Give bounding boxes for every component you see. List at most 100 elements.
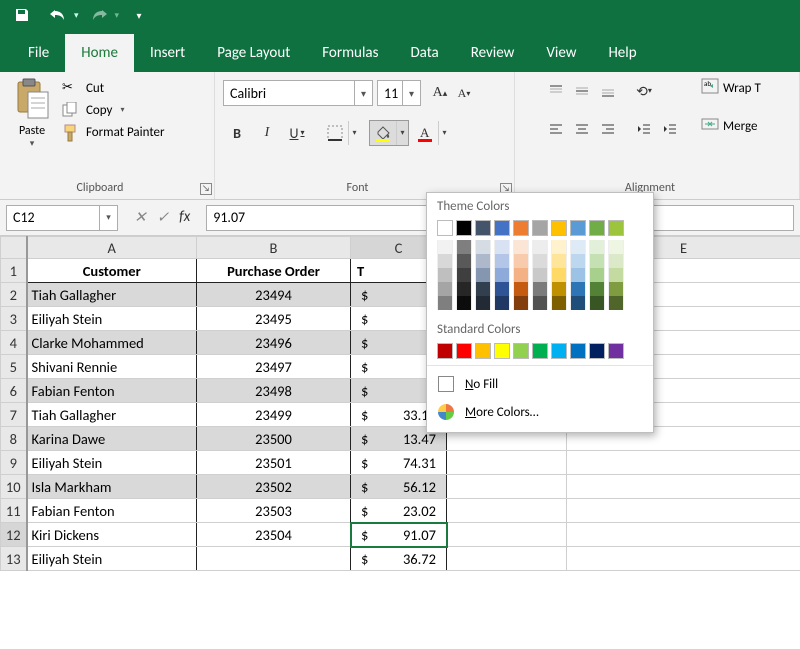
- color-swatch[interactable]: [513, 343, 529, 359]
- color-swatch[interactable]: [475, 343, 491, 359]
- more-colors-item[interactable]: More Colors…: [427, 398, 653, 426]
- color-swatch[interactable]: [570, 220, 586, 236]
- cell[interactable]: [447, 499, 567, 523]
- row-header-9[interactable]: 9: [1, 451, 27, 475]
- color-swatch[interactable]: [608, 254, 624, 268]
- cell[interactable]: $36.72: [351, 547, 447, 571]
- color-swatch[interactable]: [532, 254, 548, 268]
- color-swatch[interactable]: [475, 220, 491, 236]
- cell[interactable]: [567, 547, 800, 571]
- color-swatch[interactable]: [513, 296, 529, 310]
- orientation-button[interactable]: ⟲▾: [633, 80, 655, 102]
- cell[interactable]: 23503: [197, 499, 351, 523]
- cell[interactable]: Kiri Dickens: [27, 523, 197, 547]
- redo-button[interactable]: [83, 3, 115, 27]
- cell[interactable]: 23495: [197, 307, 351, 331]
- cell[interactable]: 23498: [197, 379, 351, 403]
- color-swatch[interactable]: [532, 343, 548, 359]
- color-swatch[interactable]: [589, 282, 605, 296]
- color-swatch[interactable]: [494, 268, 510, 282]
- cell[interactable]: 23502: [197, 475, 351, 499]
- cell[interactable]: Fabian Fenton: [27, 379, 197, 403]
- row-header-6[interactable]: 6: [1, 379, 27, 403]
- color-swatch[interactable]: [608, 240, 624, 254]
- cell[interactable]: $74.31: [351, 451, 447, 475]
- cell[interactable]: [447, 475, 567, 499]
- align-left-button[interactable]: [545, 118, 567, 140]
- cell[interactable]: 23499: [197, 403, 351, 427]
- cell[interactable]: Clarke Mohammed: [27, 331, 197, 355]
- customize-qat-button[interactable]: ▾: [123, 3, 155, 27]
- tab-review[interactable]: Review: [455, 34, 531, 72]
- cell[interactable]: $23.02: [351, 499, 447, 523]
- color-swatch[interactable]: [589, 343, 605, 359]
- color-swatch[interactable]: [456, 343, 472, 359]
- redo-dropdown[interactable]: ▾: [115, 10, 120, 21]
- color-swatch[interactable]: [551, 296, 567, 310]
- fill-color-button[interactable]: ▾: [369, 120, 409, 146]
- color-swatch[interactable]: [494, 220, 510, 236]
- tab-data[interactable]: Data: [394, 34, 454, 72]
- tab-formulas[interactable]: Formulas: [306, 34, 394, 72]
- borders-button[interactable]: ▾: [321, 120, 361, 146]
- color-swatch[interactable]: [551, 220, 567, 236]
- color-swatch[interactable]: [513, 220, 529, 236]
- color-swatch[interactable]: [456, 268, 472, 282]
- align-right-button[interactable]: [597, 118, 619, 140]
- color-swatch[interactable]: [437, 296, 453, 310]
- color-swatch[interactable]: [456, 220, 472, 236]
- decrease-indent-button[interactable]: [633, 118, 655, 140]
- color-swatch[interactable]: [456, 296, 472, 310]
- cell[interactable]: Purchase Order: [197, 259, 351, 283]
- color-swatch[interactable]: [437, 254, 453, 268]
- row-header-8[interactable]: 8: [1, 427, 27, 451]
- color-swatch[interactable]: [551, 240, 567, 254]
- bold-button[interactable]: B: [223, 121, 251, 145]
- color-swatch[interactable]: [437, 268, 453, 282]
- color-swatch[interactable]: [475, 240, 491, 254]
- decrease-font-button[interactable]: A▾: [453, 82, 475, 104]
- select-all-corner[interactable]: [1, 237, 27, 259]
- color-swatch[interactable]: [532, 296, 548, 310]
- color-swatch[interactable]: [475, 268, 491, 282]
- copy-button[interactable]: Copy ▾: [62, 102, 165, 118]
- color-swatch[interactable]: [589, 220, 605, 236]
- cell[interactable]: $91.07: [351, 523, 447, 547]
- color-swatch[interactable]: [570, 240, 586, 254]
- color-swatch[interactable]: [551, 282, 567, 296]
- tab-page-layout[interactable]: Page Layout: [201, 34, 306, 72]
- color-swatch[interactable]: [494, 343, 510, 359]
- color-swatch[interactable]: [570, 296, 586, 310]
- cell[interactable]: 23504: [197, 523, 351, 547]
- cell[interactable]: 23494: [197, 283, 351, 307]
- row-header-7[interactable]: 7: [1, 403, 27, 427]
- underline-button[interactable]: U▾: [283, 121, 311, 145]
- color-swatch[interactable]: [494, 296, 510, 310]
- increase-indent-button[interactable]: [659, 118, 681, 140]
- row-header-1[interactable]: 1: [1, 259, 27, 283]
- cell[interactable]: 23500: [197, 427, 351, 451]
- cell[interactable]: [447, 523, 567, 547]
- cell[interactable]: Eiliyah Stein: [27, 547, 197, 571]
- color-swatch[interactable]: [589, 296, 605, 310]
- tab-view[interactable]: View: [530, 34, 592, 72]
- color-swatch[interactable]: [494, 282, 510, 296]
- cell[interactable]: [447, 451, 567, 475]
- color-swatch[interactable]: [532, 240, 548, 254]
- cell[interactable]: 23501: [197, 451, 351, 475]
- cell[interactable]: Karina Dawe: [27, 427, 197, 451]
- increase-font-button[interactable]: A▴: [429, 82, 451, 104]
- color-swatch[interactable]: [532, 220, 548, 236]
- color-swatch[interactable]: [551, 343, 567, 359]
- color-swatch[interactable]: [551, 268, 567, 282]
- color-swatch[interactable]: [456, 254, 472, 268]
- tab-home[interactable]: Home: [65, 34, 134, 72]
- cell[interactable]: Fabian Fenton: [27, 499, 197, 523]
- color-swatch[interactable]: [608, 220, 624, 236]
- align-top-button[interactable]: [545, 80, 567, 102]
- italic-button[interactable]: I: [253, 121, 281, 145]
- color-swatch[interactable]: [532, 282, 548, 296]
- color-swatch[interactable]: [494, 240, 510, 254]
- tab-insert[interactable]: Insert: [134, 34, 201, 72]
- undo-dropdown[interactable]: ▾: [74, 10, 79, 21]
